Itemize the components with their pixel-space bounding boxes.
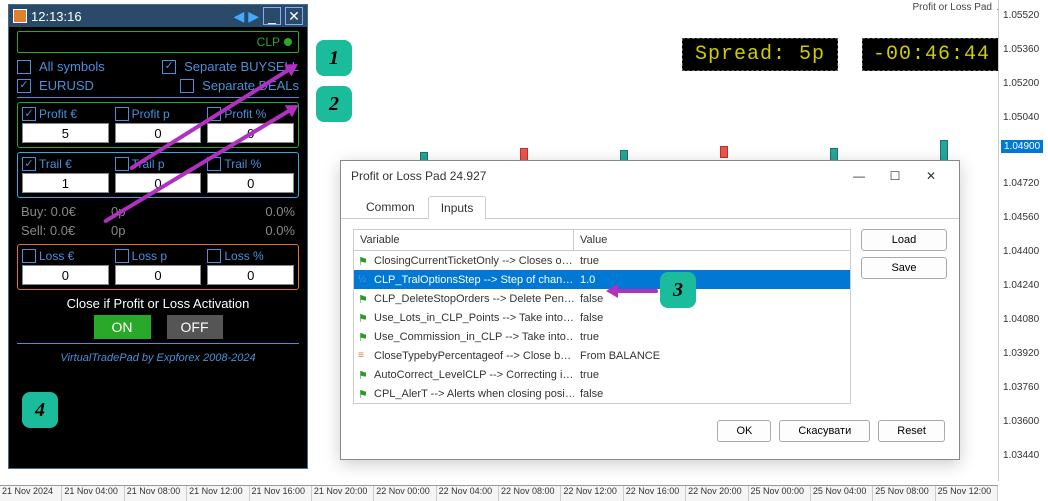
price-axis: 1.05520 1.05360 1.05200 1.05040 1.04900 … (998, 0, 1048, 481)
inputs-dialog: Profit or Loss Pad 24.927 — ☐ ✕ Common I… (340, 160, 960, 460)
row-type-icon: ½ (358, 274, 370, 286)
table-row[interactable]: ⚑ Use_Lots_in_CLP_Points --> Take into…fa… (354, 308, 850, 327)
profit-group: Profit € Profit p Profit % (17, 102, 299, 148)
pad-time: 12:13:16 (31, 9, 82, 24)
trail-e-input[interactable] (22, 173, 109, 193)
countdown-timer: -00:46:44 (862, 38, 1001, 71)
trail-pct-input[interactable] (207, 173, 294, 193)
row-variable: AutoCorrect_LevelCLP --> Correcting i… (374, 369, 573, 381)
minimize-button[interactable]: _ (263, 7, 281, 25)
loss-pct-input[interactable] (207, 265, 294, 285)
on-button[interactable]: ON (94, 315, 151, 339)
row-value[interactable]: true (574, 369, 850, 381)
row-value[interactable]: false (574, 312, 850, 324)
table-row[interactable]: ½CLP_TralOptionsStep --> Step of chan…1.… (354, 270, 850, 289)
sell-info-row: Sell: 0.0€0p0.0% (9, 221, 307, 240)
row-type-icon: ⚑ (358, 388, 370, 400)
th-value[interactable]: Value (574, 230, 850, 250)
row-variable: CLP_DeleteStopOrders --> Delete Pen… (374, 293, 574, 305)
profit-e-input[interactable] (22, 123, 109, 143)
nav-prev-icon[interactable]: ◀ (233, 8, 244, 25)
loss-e-input[interactable] (22, 265, 109, 285)
close-button[interactable]: ✕ (285, 7, 303, 25)
trail-p-checkbox[interactable] (115, 157, 129, 171)
clp-status-bar: CLP (17, 31, 299, 53)
row-type-icon: ⚑ (358, 312, 370, 324)
callout-4: 4 (22, 392, 58, 428)
row-variable: ClosingCurrentTicketOnly --> Closes o… (374, 255, 573, 267)
loss-p-input[interactable] (115, 265, 202, 285)
profit-p-checkbox[interactable] (115, 107, 129, 121)
cancel-button[interactable]: Скасувати (779, 420, 870, 442)
callout-3: 3 (660, 272, 696, 308)
current-price: 1.04900 (1001, 140, 1043, 153)
row-type-icon: ⚑ (358, 369, 370, 381)
tab-common[interactable]: Common (353, 195, 428, 218)
row-type-icon: ⚑ (358, 293, 370, 305)
table-row[interactable]: ⚑ AutoCorrect_LevelCLP --> Correcting i…t… (354, 365, 850, 384)
dialog-minimize-icon[interactable]: — (841, 164, 877, 188)
clp-label: CLP (257, 35, 280, 49)
loss-pct-checkbox[interactable] (207, 249, 221, 263)
separate-deals-checkbox[interactable] (180, 79, 194, 93)
symbol-checkbox[interactable] (17, 79, 31, 93)
arrow-3 (608, 289, 658, 293)
dialog-title: Profit or Loss Pad 24.927 (351, 169, 486, 183)
table-row[interactable]: ⚑ Use_Commission_in_CLP --> Take into…tru… (354, 327, 850, 346)
row-variable: CloseTypebyPercentageof --> Close b… (374, 350, 571, 362)
symbol-label: EURUSD (39, 78, 94, 93)
activation-label: Close if Profit or Loss Activation (9, 296, 307, 311)
row-value[interactable]: true (574, 331, 850, 343)
row-value[interactable]: false (574, 388, 850, 400)
row-variable: Use_Commission_in_CLP --> Take into… (374, 331, 574, 343)
dialog-maximize-icon[interactable]: ☐ (877, 164, 913, 188)
load-button[interactable]: Load (861, 229, 947, 251)
pad-titlebar[interactable]: 12:13:16 ◀ ▶ _ ✕ (9, 5, 307, 27)
status-dot-icon (284, 38, 292, 46)
loss-e-checkbox[interactable] (22, 249, 36, 263)
table-row[interactable]: ⚑ ClosingCurrentTicketOnly --> Closes o…t… (354, 251, 850, 270)
table-row[interactable]: ⚑CLP_DeleteStopOrders --> Delete Pen…fal… (354, 289, 850, 308)
nav-next-icon[interactable]: ▶ (248, 8, 259, 25)
row-variable: CLP_TralOptionsStep --> Step of chan… (374, 274, 573, 286)
row-type-icon: ⚑ (358, 255, 370, 267)
tab-inputs[interactable]: Inputs (428, 196, 487, 219)
save-button[interactable]: Save (861, 257, 947, 279)
row-value[interactable]: true (574, 255, 850, 267)
dialog-close-icon[interactable]: ✕ (913, 164, 949, 188)
row-value[interactable]: From BALANCE (574, 350, 850, 362)
spread-indicator: Spread: 5p (682, 38, 838, 71)
callout-1: 1 (316, 40, 352, 76)
row-type-icon: ⚑ (358, 331, 370, 343)
buy-info-row: Buy: 0.0€0p0.0% (9, 202, 307, 221)
table-row[interactable]: ≡ CloseTypebyPercentageof --> Close b…Fro… (354, 346, 850, 365)
profit-e-checkbox[interactable] (22, 107, 36, 121)
separate-buysell-checkbox[interactable] (162, 60, 176, 74)
dialog-titlebar[interactable]: Profit or Loss Pad 24.927 — ☐ ✕ (341, 161, 959, 191)
time-axis: 21 Nov 202421 Nov 04:0021 Nov 08:0021 No… (0, 485, 998, 501)
row-type-icon: ≡ (358, 350, 370, 362)
row-variable: CPL_AlerT --> Alerts when closing posi… (374, 388, 574, 400)
reset-button[interactable]: Reset (878, 420, 945, 442)
loss-p-checkbox[interactable] (115, 249, 129, 263)
off-button[interactable]: OFF (167, 315, 223, 339)
all-symbols-checkbox[interactable] (17, 60, 31, 74)
th-variable[interactable]: Variable (354, 230, 574, 250)
trail-e-checkbox[interactable] (22, 157, 36, 171)
app-icon (13, 9, 27, 23)
chart-title: Profit or Loss Pad (913, 2, 992, 13)
row-variable: Use_Lots_in_CLP_Points --> Take into… (374, 312, 574, 324)
ok-button[interactable]: OK (717, 420, 771, 442)
pad-footer: VirtualTradePad by Expforex 2008-2024 (9, 346, 307, 368)
callout-2: 2 (316, 86, 352, 122)
loss-group: Loss € Loss p Loss % (17, 244, 299, 290)
inputs-table: Variable Value ⚑ ClosingCurrentTicketOnly… (353, 229, 851, 404)
all-symbols-label: All symbols (39, 59, 105, 74)
table-row[interactable]: ⚑ CPL_AlerT --> Alerts when closing posi…… (354, 384, 850, 403)
